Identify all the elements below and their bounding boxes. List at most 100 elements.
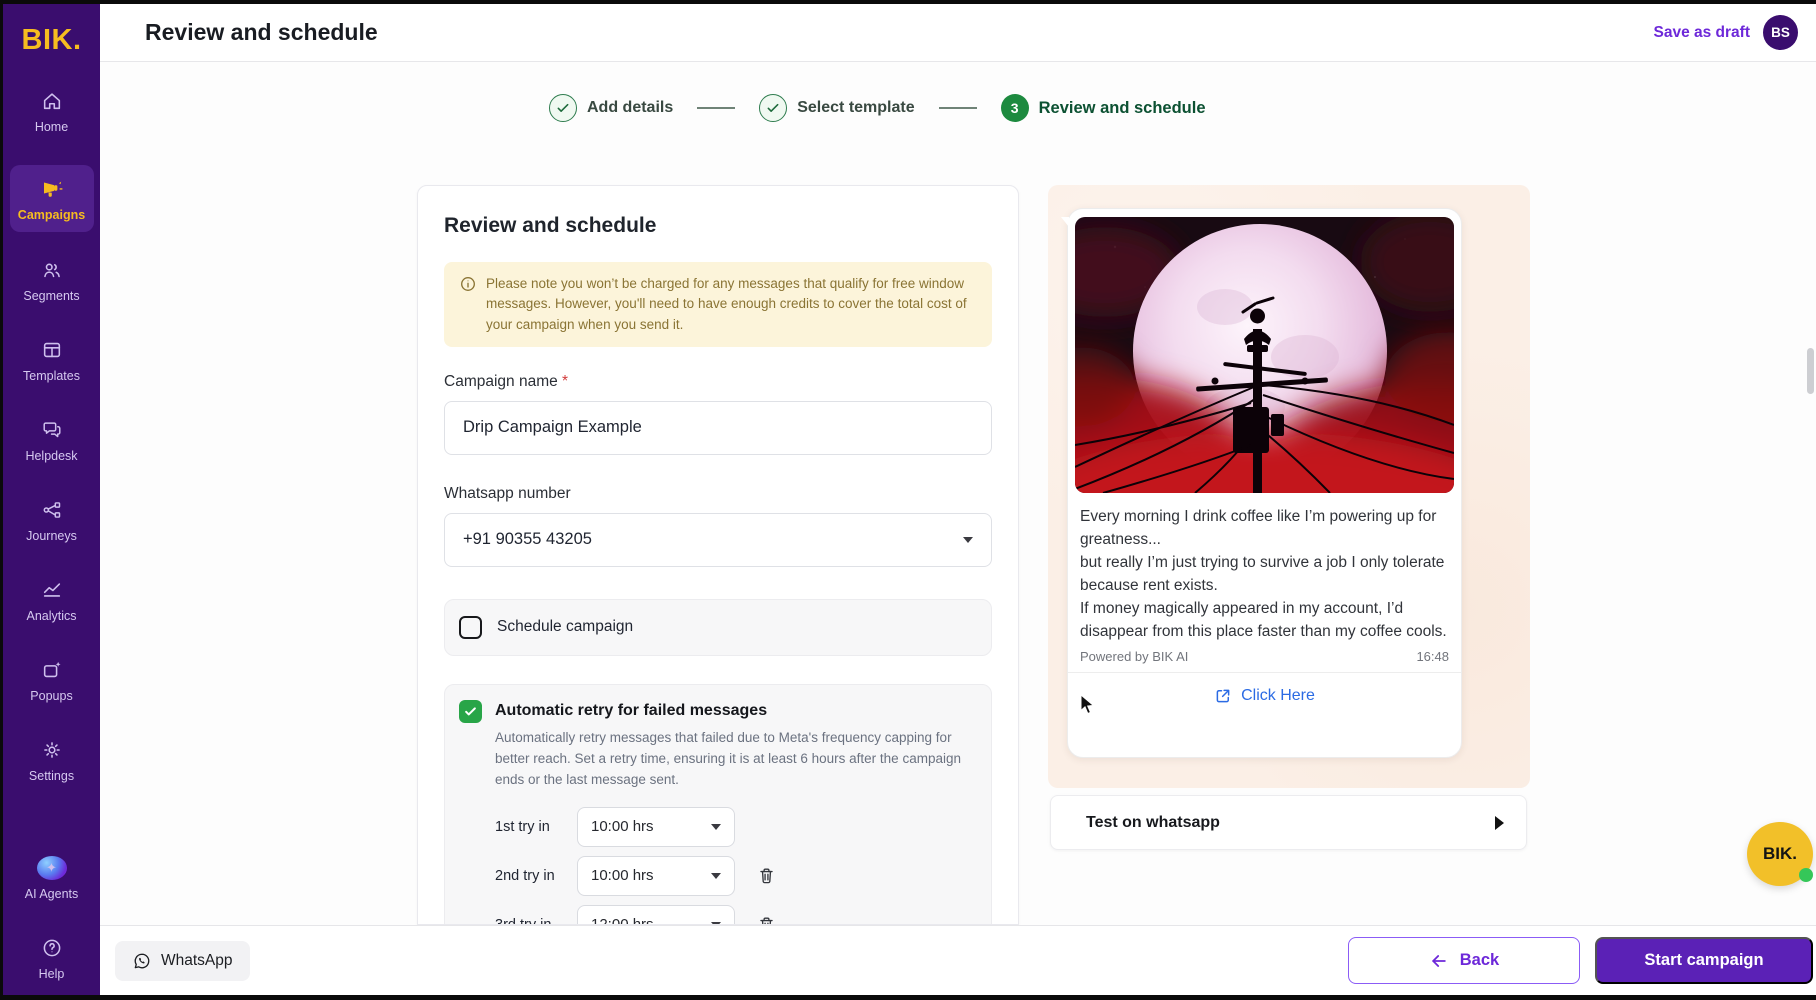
bik-fab-label: BIK. [1763, 844, 1797, 863]
trash-icon[interactable] [757, 915, 776, 924]
step-label: Review and schedule [1038, 98, 1206, 117]
template-icon [41, 338, 63, 362]
window-border-left [0, 0, 3, 1000]
start-campaign-button[interactable]: Start campaign [1595, 937, 1813, 984]
expand-arrow-icon [1495, 815, 1504, 830]
message-preview-bubble: Every morning I drink coffee like I’m po… [1061, 208, 1462, 758]
window-border-bottom [0, 995, 1816, 1000]
page-title: Review and schedule [145, 19, 378, 45]
message-meta: Powered by BIK AI 16:48 [1068, 643, 1461, 672]
analytics-icon [41, 578, 63, 602]
arrow-left-icon [1429, 951, 1449, 971]
scrollbar-thumb[interactable] [1807, 348, 1814, 394]
stepper: Add details Select template 3 Review and… [549, 94, 1206, 122]
sidebar: BIK. Home Campaigns Segments Templates H… [3, 4, 100, 995]
whatsapp-preview-panel: Every morning I drink coffee like I’m po… [1048, 185, 1530, 788]
settings-icon [41, 738, 63, 762]
info-icon [459, 275, 477, 335]
trash-icon[interactable] [757, 866, 776, 885]
powered-by-label: Powered by BIK AI [1080, 649, 1189, 664]
check-circle-icon [759, 94, 788, 122]
step-select-template[interactable]: Select template [759, 94, 915, 122]
megaphone-icon [40, 177, 64, 201]
sidebar-item-templates[interactable]: Templates [10, 334, 94, 387]
auto-retry-title: Automatic retry for failed messages [495, 701, 768, 719]
sidebar-item-label: Templates [23, 369, 80, 383]
user-avatar[interactable]: BS [1763, 15, 1798, 50]
billing-notice-text: Please note you won’t be charged for any… [486, 276, 967, 332]
sidebar-item-analytics[interactable]: Analytics [10, 574, 94, 627]
whatsapp-number-select[interactable]: +91 90355 43205 [444, 512, 992, 567]
back-button[interactable]: Back [1348, 937, 1580, 984]
auto-retry-checkbox[interactable] [459, 699, 482, 723]
retry-3-select[interactable]: 12:00 hrs [577, 904, 735, 924]
whatsapp-channel-button[interactable]: WhatsApp [115, 940, 250, 981]
sidebar-item-help[interactable]: Help [10, 932, 94, 985]
sidebar-item-campaigns[interactable]: Campaigns [9, 165, 94, 232]
popups-icon [41, 658, 63, 682]
step-label: Select template [797, 99, 915, 116]
sidebar-item-settings[interactable]: Settings [10, 734, 94, 787]
billing-notice: Please note you won’t be charged for any… [444, 262, 992, 347]
app-window: BIK. Home Campaigns Segments Templates H… [0, 0, 1816, 1000]
chevron-down-icon [711, 872, 721, 879]
test-on-whatsapp-row[interactable]: Test on whatsapp [1050, 795, 1527, 850]
online-status-dot [1799, 868, 1813, 882]
sidebar-item-label: Segments [23, 289, 80, 303]
retry-3-label: 3rd try in [495, 916, 552, 925]
retry-row-3: 3rd try in 12:00 hrs [495, 904, 981, 925]
message-text: Every morning I drink coffee like I’m po… [1080, 508, 1447, 640]
sidebar-item-label: Help [38, 967, 65, 981]
auto-retry-panel: Automatic retry for failed messages Auto… [444, 683, 992, 925]
external-link-icon [1214, 687, 1232, 705]
sidebar-item-label: AI Agents [24, 887, 79, 901]
retry-2-select[interactable]: 10:00 hrs [577, 855, 735, 896]
sidebar-item-label: Settings [28, 769, 75, 783]
step-add-details[interactable]: Add details [549, 94, 673, 122]
sidebar-item-home[interactable]: Home [10, 85, 94, 138]
sidebar-item-label: Analytics [26, 609, 77, 623]
test-on-whatsapp-label: Test on whatsapp [1086, 813, 1220, 831]
check-circle-icon [549, 94, 577, 122]
header: Review and schedule Save as draft BS [100, 4, 1816, 62]
window-border-top [0, 0, 1816, 4]
ai-agents-icon: ✦ [36, 856, 67, 880]
step-label: Add details [587, 99, 674, 116]
step-review-schedule[interactable]: 3 Review and schedule [1000, 94, 1206, 122]
retry-row-1: 1st try in 10:00 hrs [495, 806, 981, 847]
bik-chat-fab[interactable]: BIK. [1747, 822, 1813, 886]
whatsapp-icon [132, 951, 152, 971]
bubble-tail [1061, 217, 1069, 227]
review-form-card: Review and schedule Please note you won’… [417, 185, 1019, 925]
sidebar-item-label: Popups [30, 689, 73, 703]
sidebar-item-segments[interactable]: Segments [10, 254, 94, 307]
journeys-icon [41, 498, 63, 522]
save-as-draft-button[interactable]: Save as draft [1654, 24, 1751, 42]
schedule-checkbox[interactable] [459, 615, 482, 639]
step-connector [697, 107, 736, 109]
footer-bar: WhatsApp Back Start campaign [100, 925, 1816, 995]
home-icon [41, 89, 63, 113]
whatsapp-number-label: Whatsapp number [444, 484, 571, 502]
sidebar-item-journeys[interactable]: Journeys [10, 494, 94, 547]
retry-1-label: 1st try in [495, 818, 550, 835]
sidebar-item-label: Helpdesk [25, 449, 78, 463]
campaign-name-label: Campaign name * [444, 372, 569, 390]
sidebar-item-popups[interactable]: Popups [10, 654, 94, 707]
sidebar-item-label: Journeys [26, 529, 77, 543]
click-here-button[interactable]: Click Here [1068, 673, 1461, 718]
sidebar-item-ai-agents[interactable]: ✦ AI Agents [10, 852, 94, 905]
required-asterisk: * [562, 372, 569, 390]
retry-1-select[interactable]: 10:00 hrs [577, 806, 735, 847]
step-connector [938, 107, 977, 109]
schedule-campaign-row[interactable]: Schedule campaign [444, 598, 992, 656]
sidebar-item-label: Home [34, 120, 69, 134]
schedule-label: Schedule campaign [497, 618, 634, 636]
retry-2-label: 2nd try in [495, 867, 555, 884]
bik-logo: BIK. [21, 24, 82, 56]
auto-retry-description: Automatically retry messages that failed… [495, 729, 961, 787]
step-number-badge: 3 [1000, 94, 1029, 122]
message-image [1075, 217, 1454, 493]
campaign-name-input[interactable]: Drip Campaign Example [444, 400, 992, 455]
sidebar-item-helpdesk[interactable]: Helpdesk [10, 414, 94, 467]
